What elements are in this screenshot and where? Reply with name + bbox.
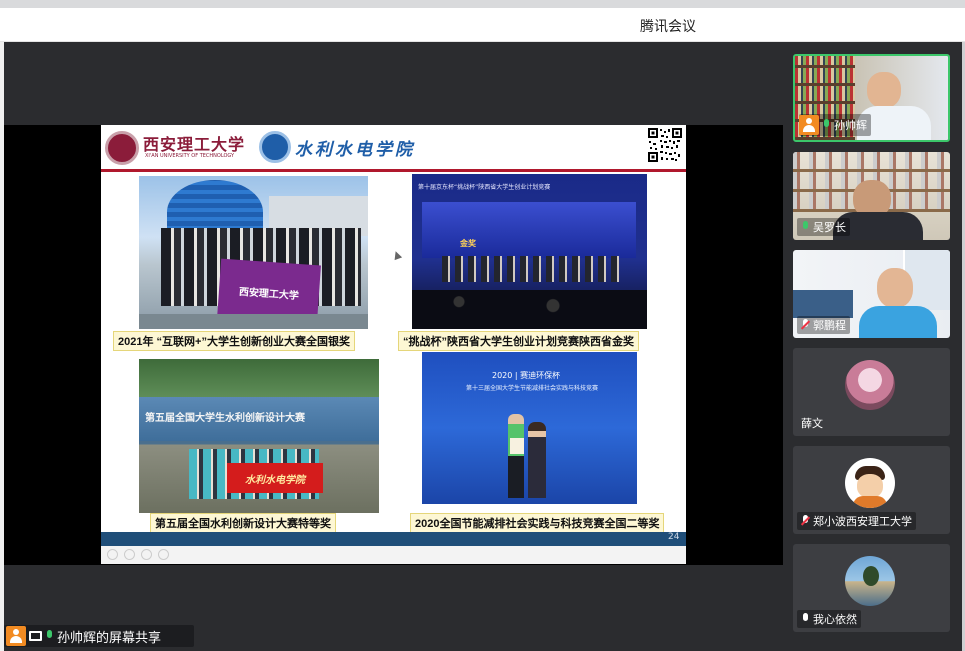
- stage-screen: [422, 202, 636, 258]
- participant-label: 薛文: [797, 414, 827, 432]
- video-person: [877, 268, 913, 308]
- avatar-shirt: [853, 496, 887, 508]
- slide-footer-light: 24: [101, 532, 686, 564]
- mic-on-icon: [801, 613, 810, 625]
- stage-people: [442, 256, 622, 282]
- os-top-strip: [0, 0, 965, 8]
- cert-title-2: 第十三届全国大学生节能减排社会实践与科技竞赛: [465, 385, 598, 392]
- red-banner-text: 水利水电学院: [245, 474, 305, 486]
- red-banner: 水利水电学院: [227, 463, 323, 493]
- participant-label: 郭鹏程: [797, 316, 850, 334]
- participant-label: 郑小波西安理工大学: [797, 512, 916, 530]
- school-name-en: XI'AN UNIVERSITY OF TECHNOLOGY: [145, 153, 235, 159]
- mic-muted-icon: [801, 319, 810, 331]
- photo-ground: [139, 314, 368, 329]
- caption-1: 2021年 “互联网+”大学生创新创业大赛全国银奖: [113, 331, 355, 351]
- cert-paper: [510, 438, 524, 454]
- title-bar: 腾讯会议: [0, 8, 965, 42]
- participant-name: 薛文: [801, 417, 823, 430]
- participant-tile-6[interactable]: 我心依然: [793, 544, 950, 632]
- slide-footer-bar: [101, 532, 686, 546]
- slide-prev-icon[interactable]: [107, 549, 118, 560]
- mic-on-icon: [801, 221, 810, 233]
- avatar: [845, 458, 895, 508]
- stage-audience: [412, 290, 647, 329]
- mic-on-icon: [822, 119, 831, 131]
- shared-slide: 西安理工大学 XI'AN UNIVERSITY OF TECHNOLOGY 水利…: [101, 125, 686, 564]
- college-emblem-icon: [259, 131, 291, 163]
- participant-label: 吴罗长: [797, 218, 850, 236]
- school-name-cn: 西安理工大学: [143, 135, 246, 154]
- slide-nav-controls[interactable]: [107, 549, 169, 560]
- participant-tile-2[interactable]: 吴罗长: [793, 152, 950, 240]
- participant-tile-5[interactable]: 郑小波西安理工大学: [793, 446, 950, 534]
- screen-share-icon: [29, 631, 42, 641]
- meeting-window: 腾讯会议 西安理工大学 XI'AN UNIVERSITY OF TECHNOLO…: [0, 0, 965, 651]
- screen-share-status: 孙帅辉的屏幕共享: [4, 625, 194, 647]
- caption-3: 第五届全国水利创新设计大赛特等奖: [150, 513, 336, 533]
- cert-title-1: 2020 | 赛迪环保杯: [492, 371, 561, 380]
- video-person-body: [859, 306, 937, 338]
- photo-outdoor-banner: 第五届全国大学生水利创新设计大赛 水利水电学院: [139, 359, 379, 513]
- participant-name: 郭鹏程: [813, 319, 846, 332]
- stage-title-text: 第十届京东杯“挑战杯”陕西省大学生创业计划竞赛: [418, 184, 551, 191]
- slide-next-icon[interactable]: [124, 549, 135, 560]
- sofa-background: [793, 290, 853, 318]
- cert-person-1: [508, 414, 524, 498]
- avatar: [845, 360, 895, 410]
- host-icon: [799, 115, 819, 135]
- participant-tile-4[interactable]: 薛文: [793, 348, 950, 436]
- caption-4: 2020全国节能减排社会实践与科技竞赛全国二等奖: [410, 513, 665, 533]
- participant-name: 吴罗长: [813, 221, 846, 234]
- photo-team-flag: 西安理工大学: [139, 176, 368, 329]
- college-name: 水利水电学院: [295, 140, 415, 160]
- cert-person-2: [528, 422, 546, 498]
- participant-tile-3[interactable]: 郭鹏程: [793, 250, 950, 338]
- video-person: [867, 72, 901, 108]
- avatar-face: [857, 474, 883, 498]
- participant-name: 我心依然: [813, 613, 857, 626]
- window-title: 腾讯会议: [640, 19, 696, 35]
- participant-name: 孙帅辉: [834, 119, 867, 132]
- caption-2: “挑战杯”陕西省大学生创业计划竞赛陕西省金奖: [398, 331, 639, 351]
- slide-page-number: 24: [668, 532, 680, 542]
- photo-certificate: 2020 | 赛迪环保杯 第十三届全国大学生节能减排社会实践与科技竞赛: [422, 352, 637, 504]
- slide-header-divider: [101, 169, 686, 172]
- slide-header: 西安理工大学 XI'AN UNIVERSITY OF TECHNOLOGY 水利…: [101, 125, 686, 169]
- avatar: [845, 556, 895, 606]
- participant-label: 我心依然: [797, 610, 861, 628]
- outdoor-banner-text: 第五届全国大学生水利创新设计大赛: [145, 413, 305, 424]
- mic-muted-icon: [801, 515, 810, 527]
- mic-on-icon: [45, 630, 54, 642]
- participant-label: 孙帅辉: [799, 114, 871, 136]
- slide-menu-icon[interactable]: [158, 549, 169, 560]
- university-emblem-icon: [105, 131, 139, 165]
- flag-text: 西安理工大学: [238, 286, 300, 302]
- participant-tile-1[interactable]: 孙帅辉: [793, 54, 950, 142]
- photo-stage: 第十届京东杯“挑战杯”陕西省大学生创业计划竞赛 金奖: [412, 174, 647, 329]
- stage-award-text: 金奖: [460, 239, 476, 248]
- share-status-text: 孙帅辉的屏幕共享: [57, 630, 162, 646]
- participant-name: 郑小波西安理工大学: [813, 515, 912, 528]
- qr-code-icon: [647, 127, 683, 163]
- slide-pen-icon[interactable]: [141, 549, 152, 560]
- host-icon: [6, 626, 26, 646]
- avatar-tree: [863, 566, 879, 586]
